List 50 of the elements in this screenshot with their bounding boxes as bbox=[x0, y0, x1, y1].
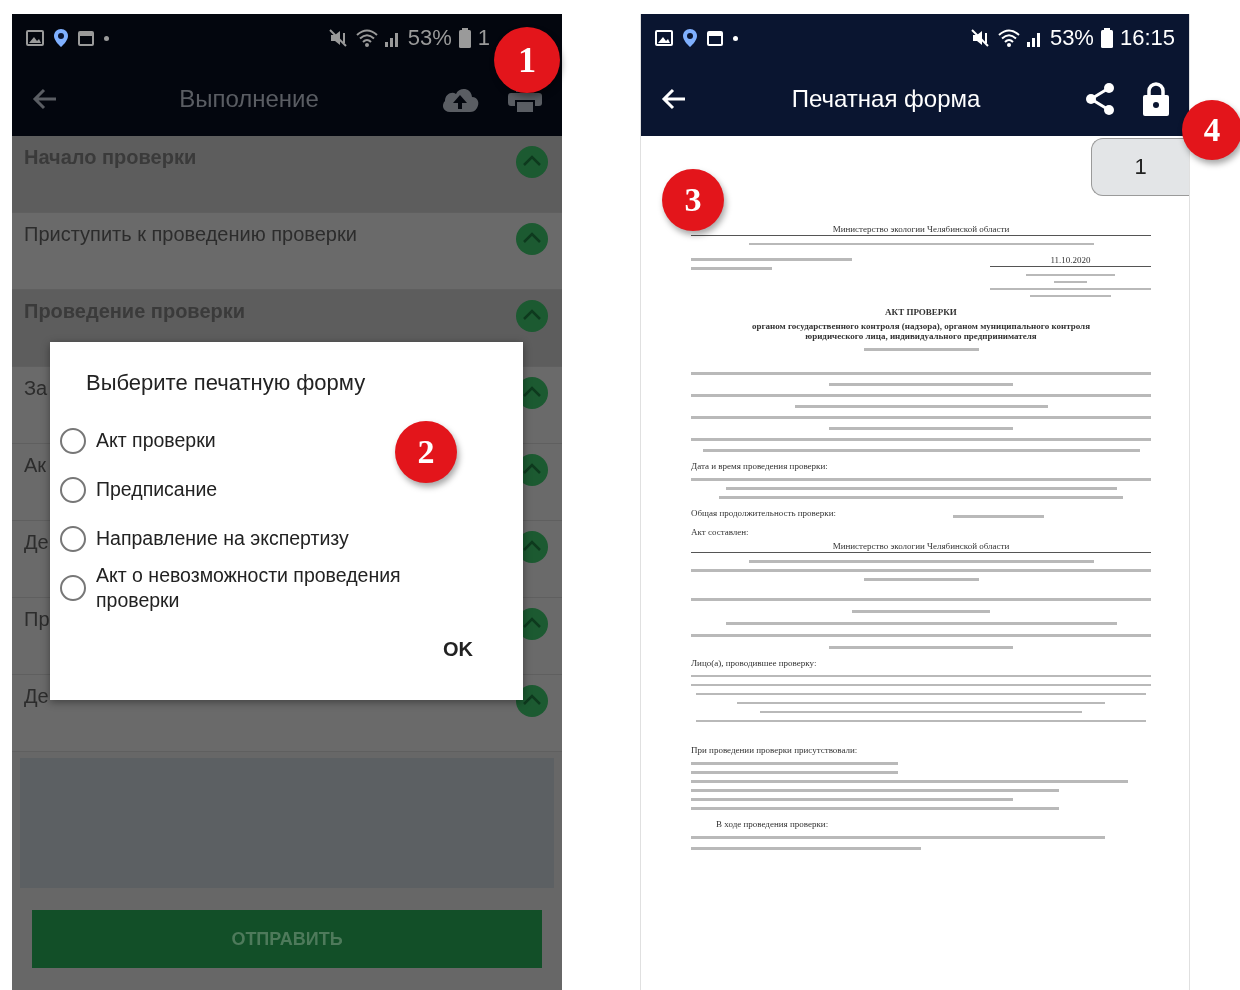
image-icon bbox=[655, 30, 673, 46]
document-label: При проведении проверки присутствовали: bbox=[691, 745, 859, 755]
option-label[interactable]: Направление на экспертизу bbox=[96, 526, 349, 551]
dialog-title: Выберите печатную форму bbox=[86, 370, 367, 396]
location-pin-icon bbox=[54, 29, 68, 47]
option-label[interactable]: Предписание bbox=[96, 477, 218, 502]
calendar-icon bbox=[78, 30, 94, 46]
screen-title: Выполнение bbox=[178, 85, 320, 113]
mute-icon bbox=[328, 29, 349, 47]
battery-percentage: 53% bbox=[407, 25, 452, 51]
wifi-icon bbox=[355, 29, 378, 47]
ok-button[interactable]: OK bbox=[413, 634, 503, 665]
document-label: Акт составлен: bbox=[691, 527, 750, 537]
step-label: Приступить к проведению проверки bbox=[24, 223, 357, 246]
location-pin-icon bbox=[683, 29, 697, 47]
option-label[interactable]: Акт проверки bbox=[96, 428, 216, 453]
battery-icon bbox=[1100, 28, 1113, 48]
document-label: Дата и время проведения проверки: bbox=[691, 461, 829, 471]
share-icon[interactable] bbox=[1085, 83, 1115, 115]
callout-tooltip: 4 bbox=[1182, 100, 1240, 160]
document-subtitle: органом государственного контроля (надзора), органом муниципального контроля юридического лица, индивидуального предпринимателя bbox=[750, 321, 1091, 341]
document-date: 11.10.2020 bbox=[990, 255, 1151, 267]
radio-button[interactable] bbox=[60, 427, 86, 454]
lock-icon[interactable] bbox=[1143, 82, 1169, 116]
battery-icon bbox=[458, 28, 471, 48]
document-label: Общая продолжительность проверки: bbox=[691, 508, 836, 518]
step-label: За bbox=[24, 377, 48, 400]
step-label: Ак bbox=[24, 454, 47, 477]
document-title: АКТ ПРОВЕРКИ bbox=[884, 307, 958, 317]
page-number: 1 bbox=[1091, 138, 1189, 196]
dot-icon bbox=[733, 35, 738, 41]
radio-button[interactable] bbox=[60, 476, 86, 503]
step-label: Де bbox=[24, 531, 49, 554]
status-time: 16:15 bbox=[1119, 25, 1175, 51]
step-label: Пр bbox=[24, 608, 50, 631]
document-label: В ходе проведения проверки: bbox=[715, 819, 830, 829]
dot-icon bbox=[104, 35, 109, 41]
calendar-icon bbox=[707, 30, 723, 46]
option-label[interactable]: Акт о невозможности проведения проверки bbox=[96, 563, 456, 612]
document-line: Министерство экологии Челябинской области bbox=[691, 541, 1151, 553]
wifi-icon bbox=[997, 29, 1020, 47]
image-icon bbox=[26, 30, 44, 46]
mute-icon bbox=[970, 29, 991, 47]
document-label: Лицо(а), проводившее проверку: bbox=[691, 658, 818, 668]
radio-button[interactable] bbox=[60, 525, 86, 552]
battery-percentage: 53% bbox=[1049, 25, 1094, 51]
step-label: Де bbox=[24, 685, 49, 708]
screen-title: Печатная форма bbox=[790, 85, 982, 113]
radio-button[interactable] bbox=[60, 574, 86, 601]
status-time: 1 bbox=[477, 25, 490, 51]
